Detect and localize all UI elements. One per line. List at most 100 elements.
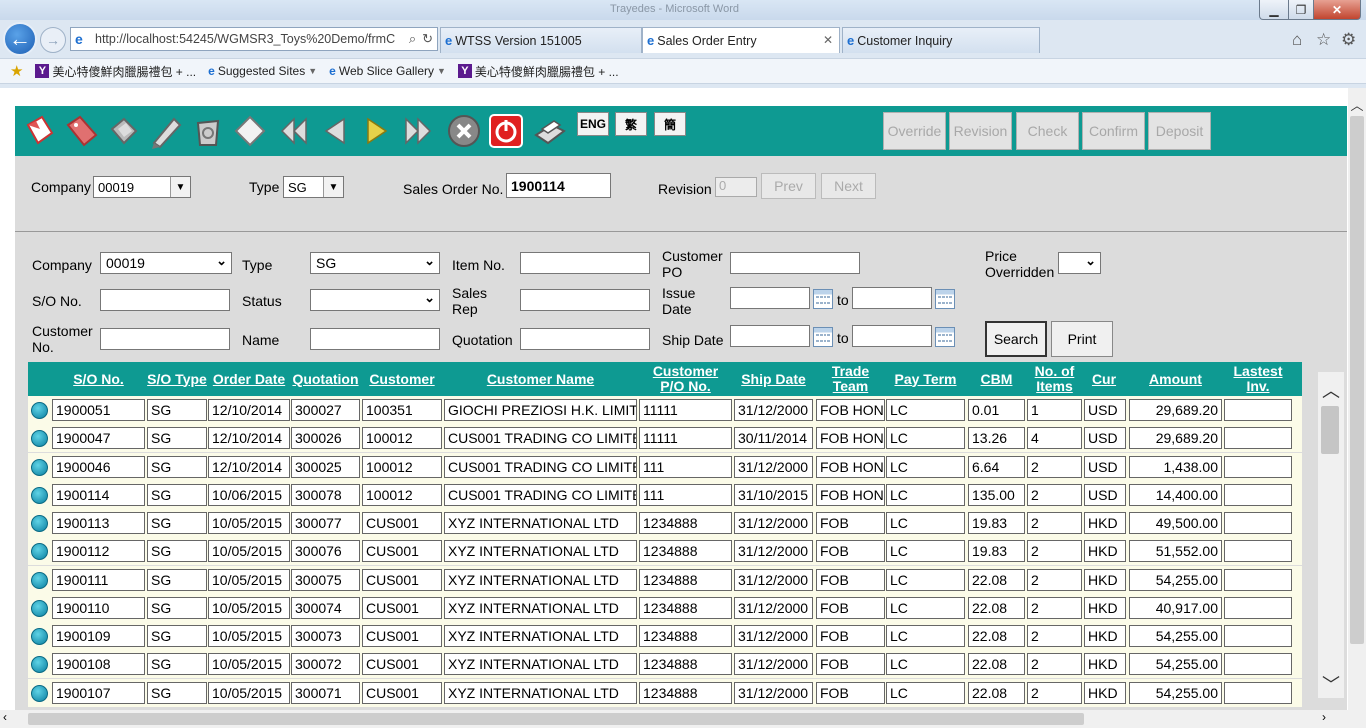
favorite-suggested-sites[interactable]: e Suggested Sites ▼: [208, 64, 317, 78]
grid-cell[interactable]: 40,917.00: [1129, 596, 1222, 619]
ship-date-from-input[interactable]: [730, 325, 810, 347]
grid-cell[interactable]: XYZ INTERNATIONAL LTD: [444, 596, 637, 619]
grid-cell[interactable]: HKD: [1084, 512, 1126, 534]
grid-cell[interactable]: SG: [147, 399, 207, 421]
delete-trash-icon[interactable]: [189, 112, 227, 150]
grid-cell[interactable]: 1: [1027, 399, 1082, 421]
grid-cell[interactable]: 29,689.20: [1129, 399, 1222, 421]
price-overridden-select[interactable]: ⌄: [1058, 252, 1101, 274]
item-no-input[interactable]: [520, 252, 650, 274]
revision-button[interactable]: Revision: [949, 112, 1012, 150]
grid-cell[interactable]: LC: [886, 399, 965, 421]
row-select-icon[interactable]: [31, 515, 48, 532]
prev-button[interactable]: Prev: [761, 173, 816, 199]
grid-cell[interactable]: 1900114: [52, 483, 145, 506]
issue-date-to-input[interactable]: [852, 287, 932, 309]
grid-cell[interactable]: 13.26: [968, 427, 1025, 450]
grid-cell[interactable]: 10/05/2015: [208, 596, 290, 619]
grid-cell[interactable]: 51,552.00: [1129, 540, 1222, 563]
grid-cell[interactable]: 31/12/2000: [734, 596, 813, 619]
grid-cell[interactable]: XYZ INTERNATIONAL LTD: [444, 568, 637, 591]
grid-cell[interactable]: 29,689.20: [1129, 427, 1222, 450]
grid-cell[interactable]: 1900107: [52, 681, 145, 704]
edit-pencil-icon[interactable]: [147, 112, 185, 150]
grid-cell[interactable]: [1224, 653, 1292, 676]
grid-cell[interactable]: 22.08: [968, 653, 1025, 676]
filter-so-no-input[interactable]: [100, 289, 230, 311]
table-row[interactable]: 1900109 SG 10/05/2015 300073 CUS001 XYZ INTER…: [28, 622, 1302, 650]
grid-cell[interactable]: USD: [1084, 483, 1126, 506]
grid-cell[interactable]: 2: [1027, 653, 1082, 676]
favorites-star-icon[interactable]: ☆: [1316, 30, 1331, 50]
favorite-link-2[interactable]: Y 美心特傻鮮肉臘腸禮包 + ...: [457, 63, 619, 80]
grid-cell[interactable]: HKD: [1084, 596, 1126, 619]
grid-cell[interactable]: CUS001 TRADING CO LIMITE: [444, 455, 637, 478]
tab-customer-inquiry[interactable]: e Customer Inquiry: [842, 27, 1040, 53]
grid-cell[interactable]: FOB: [816, 681, 885, 704]
refresh-icon[interactable]: ↻: [422, 31, 433, 47]
table-row[interactable]: 1900051 SG 12/10/2014 300027 100351 GIOCHI PR…: [28, 396, 1302, 424]
grid-cell[interactable]: 31/12/2000: [734, 512, 813, 534]
grid-cell[interactable]: [1224, 625, 1292, 647]
name-input[interactable]: [310, 328, 440, 350]
grid-cell[interactable]: XYZ INTERNATIONAL LTD: [444, 512, 637, 534]
grid-cell[interactable]: 300077: [291, 512, 360, 534]
grid-cell[interactable]: HKD: [1084, 625, 1126, 647]
grid-cell[interactable]: 300072: [291, 653, 360, 676]
column-header[interactable]: Lastest Inv.: [1224, 362, 1292, 396]
page-scroll-thumb[interactable]: [1350, 116, 1364, 644]
power-exit-icon[interactable]: [487, 112, 525, 150]
grid-cell[interactable]: 1234888: [639, 540, 732, 563]
grid-cell[interactable]: 11111: [639, 427, 732, 450]
grid-cell[interactable]: 11111: [639, 399, 732, 421]
sales-order-no-input[interactable]: 1900114: [506, 173, 611, 198]
next-record-icon[interactable]: [357, 112, 395, 150]
first-record-icon[interactable]: [273, 112, 311, 150]
grid-cell[interactable]: FOB HON: [816, 427, 885, 450]
scroll-right-icon[interactable]: ›: [1322, 710, 1326, 724]
calendar-icon[interactable]: [813, 289, 833, 309]
grid-cell[interactable]: 54,255.00: [1129, 653, 1222, 676]
grid-cell[interactable]: [1224, 681, 1292, 704]
print-button[interactable]: Print: [1051, 321, 1113, 357]
grid-cell[interactable]: LC: [886, 625, 965, 647]
grid-cell[interactable]: 49,500.00: [1129, 512, 1222, 534]
grid-cell[interactable]: 100351: [362, 399, 442, 421]
row-select-icon[interactable]: [31, 599, 48, 617]
grid-cell[interactable]: GIOCHI PREZIOSI H.K. LIMIT: [444, 399, 637, 421]
grid-cell[interactable]: 31/12/2000: [734, 399, 813, 421]
grid-cell[interactable]: 31/12/2000: [734, 681, 813, 704]
favorites-star-add-icon[interactable]: ★: [10, 62, 23, 80]
grid-cell[interactable]: 12/10/2014: [208, 399, 290, 421]
grid-cell[interactable]: 1900109: [52, 625, 145, 647]
grid-cell[interactable]: CUS001: [362, 653, 442, 676]
grid-cell[interactable]: HKD: [1084, 540, 1126, 563]
grid-cell[interactable]: USD: [1084, 455, 1126, 478]
column-header[interactable]: Pay Term: [886, 362, 965, 396]
grid-cell[interactable]: 2: [1027, 455, 1082, 478]
grid-cell[interactable]: 300073: [291, 625, 360, 647]
grid-cell[interactable]: [1224, 512, 1292, 534]
back-button[interactable]: ←: [3, 22, 37, 56]
column-header[interactable]: Amount: [1129, 362, 1222, 396]
grid-cell[interactable]: FOB HON: [816, 399, 885, 421]
grid-cell[interactable]: SG: [147, 653, 207, 676]
grid-cell[interactable]: 31/12/2000: [734, 568, 813, 591]
close-tab-icon[interactable]: ✕: [823, 33, 833, 47]
grid-cell[interactable]: 30/11/2014: [734, 427, 813, 450]
horizontal-scrollbar[interactable]: ‹ ›: [0, 710, 1366, 728]
grid-cell[interactable]: 300027: [291, 399, 360, 421]
scroll-down-icon[interactable]: ﹀: [1318, 672, 1344, 696]
confirm-button[interactable]: Confirm: [1082, 112, 1145, 150]
row-select-icon[interactable]: [31, 628, 48, 645]
forward-button[interactable]: →: [40, 27, 66, 53]
sales-rep-input[interactable]: [520, 289, 650, 311]
grid-cell[interactable]: XYZ INTERNATIONAL LTD: [444, 653, 637, 676]
grid-cell[interactable]: 100012: [362, 427, 442, 450]
column-header[interactable]: Cur: [1090, 362, 1118, 396]
grid-cell[interactable]: LC: [886, 427, 965, 450]
column-header[interactable]: Customer P/O No.: [639, 362, 732, 396]
grid-cell[interactable]: 10/05/2015: [208, 568, 290, 591]
grid-cell[interactable]: SG: [147, 681, 207, 704]
column-header[interactable]: Customer: [362, 362, 442, 396]
